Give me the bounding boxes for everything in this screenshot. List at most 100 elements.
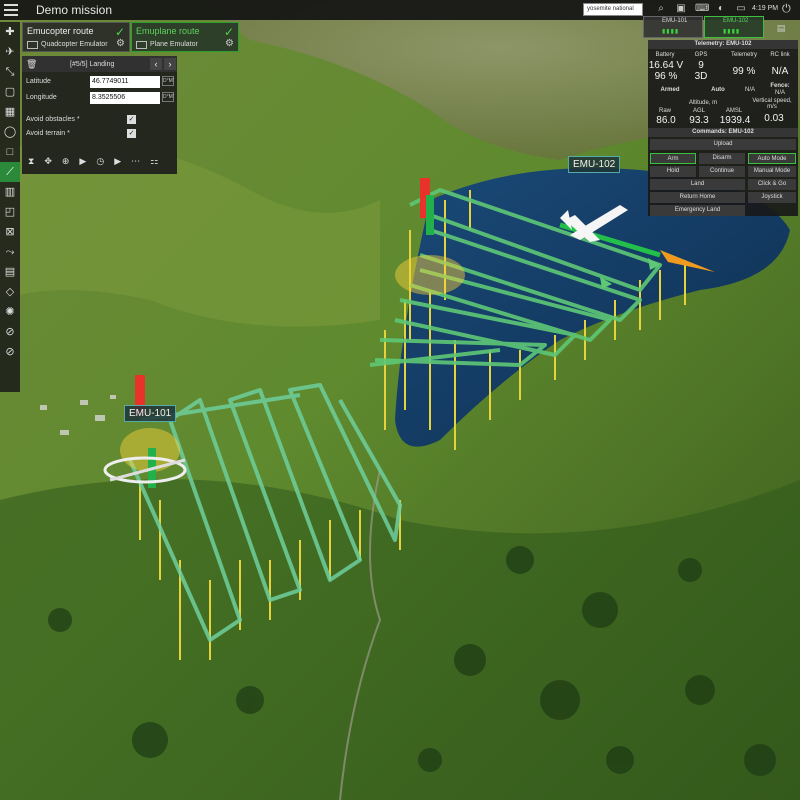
target-icon[interactable]: ⊕ <box>62 156 70 167</box>
mission-title: Demo mission <box>36 3 113 17</box>
no-fly-zone-icon[interactable]: ⊘ <box>0 342 20 362</box>
fence-value: N/A <box>774 90 785 96</box>
hamburger-icon[interactable] <box>4 0 24 20</box>
takeoff-icon[interactable]: ✈ <box>0 42 20 62</box>
coordinate-format-button[interactable]: D°M' <box>162 76 174 86</box>
structure-icon[interactable]: ⚏ <box>150 156 158 167</box>
ruler-icon[interactable]: ▤ <box>0 262 20 282</box>
waypoint-header: 🗑 [#5/5] Landing ‹ › <box>22 56 177 72</box>
video-icon[interactable]: ▶ <box>114 156 121 167</box>
square-icon[interactable]: □ <box>0 142 20 162</box>
settings-icon[interactable]: ⚙ <box>225 38 234 49</box>
arm-button[interactable]: Arm <box>650 153 696 164</box>
vehicle-label-emu102[interactable]: EMU-102 <box>568 156 621 173</box>
check-icon: ✓ <box>223 25 234 39</box>
telemetry-header: Telemetry: EMU-102 <box>648 40 798 49</box>
waypoint-panel: 🗑 [#5/5] Landing ‹ › Latitude 46.7749011… <box>22 56 177 174</box>
route-name: Emuplane route <box>136 26 200 36</box>
hold-button[interactable]: Hold <box>650 166 696 177</box>
land-button[interactable]: Land <box>650 179 745 190</box>
power-icon[interactable]: ⏻ <box>782 3 791 16</box>
vehicle-list-icon[interactable]: ▤ <box>766 18 796 38</box>
waypoint-actions: ⧗ ✥ ⊕ ▶ ◷ ▶ ⋯ ⚏ <box>28 156 158 167</box>
altitude-label: Altitude, m <box>688 100 718 106</box>
corridor-icon[interactable]: ⊠ <box>0 222 20 242</box>
settings-icon[interactable]: ⚙ <box>116 38 125 49</box>
click-go-button[interactable]: Click & Go <box>748 179 796 190</box>
search-icon[interactable]: ⌕ <box>655 3 667 15</box>
hourglass-icon[interactable]: ⧗ <box>28 156 34 167</box>
rclink-label: RC link <box>770 52 790 58</box>
vehicle-tab-emu101[interactable]: EMU-101 ▮▮▮▮ <box>643 16 703 38</box>
sun-icon[interactable]: ✺ <box>0 302 20 322</box>
latitude-field[interactable]: 46.7749011 <box>90 76 160 88</box>
coordinate-format-button[interactable]: D°M' <box>162 92 174 102</box>
gps-satellites: 9 <box>698 60 704 71</box>
clock: 4:19 PM <box>752 5 779 12</box>
vspeed-label: Vertical speed, m/s <box>752 98 792 110</box>
route-vehicle: Plane Emulator <box>150 41 198 48</box>
gps-label: GPS <box>694 52 708 58</box>
camera-timer-icon[interactable]: ◷ <box>96 156 104 167</box>
auto-mode-button[interactable]: Auto Mode <box>748 153 796 164</box>
scan-icon[interactable]: ▥ <box>0 182 20 202</box>
avoid-obstacles-checkbox[interactable]: ✓ <box>127 115 136 124</box>
altitude-agl: 93.3 <box>689 115 709 126</box>
emergency-land-button[interactable]: Emergency Land <box>650 205 745 216</box>
battery-voltage: 16.64 V <box>648 60 684 71</box>
manual-mode-button[interactable]: Manual Mode <box>748 166 796 177</box>
return-home-button[interactable]: Return Home <box>650 192 745 203</box>
flight-mode: Auto <box>711 87 725 93</box>
poi-icon[interactable]: ✥ <box>44 156 52 167</box>
altitude-raw: 86.0 <box>656 115 676 126</box>
curve-icon[interactable]: ⤳ <box>0 242 20 262</box>
left-toolbar: ✚ ✈ ⤡ ▢ ▦ ◯ □ ⟋ ▥ ◰ ⊠ ⤳ ▤ ◇ ✺ ⊘ ⊘ <box>0 22 20 392</box>
signal-icons: ▮▮▮▮ <box>723 29 741 35</box>
raw-label: Raw <box>658 108 671 114</box>
vehicle-name: EMU-102 <box>723 18 749 24</box>
route-card-emucopter[interactable]: Emucopter route ✓ Quadcopter Emulator ⚙ <box>22 22 130 52</box>
add-icon[interactable]: ✚ <box>0 22 20 42</box>
previous-waypoint-button[interactable]: ‹ <box>150 58 162 70</box>
distance-icon[interactable]: ⋯ <box>131 156 140 167</box>
polygon-icon[interactable]: ◇ <box>0 282 20 302</box>
area-icon[interactable]: ▢ <box>0 82 20 102</box>
keyboard-icon[interactable]: ⌨ <box>695 3 709 15</box>
camera-icon[interactable]: ▶ <box>79 156 86 167</box>
altitude-amsl: 1939.4 <box>719 115 751 126</box>
telemetry-percent: 99 % <box>732 66 756 77</box>
waypoint-label: [#5/5] Landing <box>70 60 115 68</box>
grid-icon[interactable]: ▦ <box>0 102 20 122</box>
disarm-button[interactable]: Disarm <box>699 153 745 164</box>
next-waypoint-button[interactable]: › <box>164 58 176 70</box>
headset-icon[interactable]: ◐ <box>715 3 727 15</box>
joystick-button[interactable]: Joystick <box>748 192 796 203</box>
battery-icon: ▭ <box>736 3 746 14</box>
plane-icon <box>136 41 147 49</box>
gps-fix: 3D <box>694 71 708 82</box>
check-icon: ✓ <box>114 25 125 39</box>
route-name: Emucopter route <box>27 26 94 36</box>
avoid-terrain-checkbox[interactable]: ✓ <box>127 129 136 138</box>
trash-icon[interactable]: 🗑 <box>26 59 37 70</box>
route-vehicle: Quadcopter Emulator <box>41 41 108 48</box>
search-input[interactable]: yosemite national <box>583 3 643 16</box>
continue-button[interactable]: Continue <box>699 166 745 177</box>
vehicle-tab-emu102[interactable]: EMU-102 ▮▮▮▮ <box>704 16 764 38</box>
rclink-value: N/A <box>771 66 789 77</box>
landing-icon[interactable]: ⟋ <box>0 162 20 182</box>
telemetry-panel: Telemetry: EMU-102 Battery GPS Telemetry… <box>648 40 798 216</box>
path-icon[interactable]: ⤡ <box>0 62 20 82</box>
no-fly-icon[interactable]: ⊘ <box>0 322 20 342</box>
upload-button[interactable]: Upload <box>650 139 796 150</box>
commands-header: Commands: EMU-102 <box>648 128 798 137</box>
battery-label: Battery <box>655 52 675 58</box>
circle-icon[interactable]: ◯ <box>0 122 20 142</box>
battery-percent: 96 % <box>654 71 678 82</box>
longitude-field[interactable]: 8.3525506 <box>90 92 160 104</box>
route-card-emuplane[interactable]: Emuplane route ✓ Plane Emulator ⚙ <box>131 22 239 52</box>
toolbar-icons: ⌕ ▣ ⌨ ◐ ▭ <box>655 3 747 15</box>
camera-icon[interactable]: ▣ <box>675 3 687 15</box>
spiral-icon[interactable]: ◰ <box>0 202 20 222</box>
vehicle-label-emu101[interactable]: EMU-101 <box>124 405 177 422</box>
